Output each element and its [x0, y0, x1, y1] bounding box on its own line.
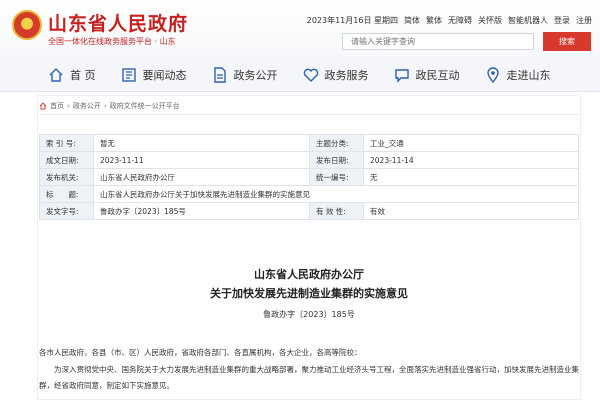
document-title-line1: 山东省人民政府办公厅 — [254, 268, 364, 281]
divider — [39, 114, 579, 115]
crumb-platform[interactable]: 政府文件统一公开平台 — [110, 101, 180, 111]
top-links: 2023年11月16日 星期四 简体 繁体 无障碍 关怀版 智能机器人 登录 注… — [307, 15, 592, 26]
nav-item-home[interactable]: 首 页 — [48, 67, 96, 83]
table-row: 发文字号: 鲁政办字〔2023〕185号 有 效 性: 有效 — [39, 202, 579, 220]
validity-status: 有效 — [363, 202, 579, 220]
meta-label: 有 效 性: — [309, 202, 364, 220]
site-header: 山东省人民政府 全国一体化在线政务服务平台 · 山东 2023年11月16日 星… — [0, 0, 600, 58]
home-small-icon — [39, 102, 47, 110]
salutation-text: 各市人民政府，各县（市、区）人民政府，省政府各部门、各直属机构，各大企业，各高等… — [39, 348, 362, 357]
meta-label: 统一编号: — [309, 168, 364, 186]
nav-label: 政务服务 — [324, 68, 369, 82]
nav-label: 首 页 — [70, 68, 96, 82]
table-row: 发布机关: 山东省人民政府办公厅 统一编号: 无 — [39, 168, 579, 186]
interaction-icon — [394, 67, 410, 83]
meta-value: 山东省人民政府办公厅 — [93, 168, 310, 186]
document-meta-table: 索 引 号: 暂无 主题分类: 工业_交通 成文日期: 2023-11-11 发… — [39, 134, 579, 220]
meta-label: 主题分类: — [309, 134, 364, 152]
nav-item-interaction[interactable]: 政民互动 — [394, 67, 460, 83]
table-row: 标 题: 山东省人民政府办公厅关于加快发展先进制造业集群的实施意见 — [39, 185, 579, 203]
paragraph-text: 为深入贯彻党中央、国务院关于大力发展先进制造业集群的重大战略部署，聚力推动工业经… — [39, 365, 579, 390]
national-emblem-icon — [12, 10, 42, 40]
nav-item-about[interactable]: 走进山东 — [485, 66, 551, 83]
heart-service-icon — [303, 67, 319, 83]
date-text: 2023年11月16日 星期四 — [306, 16, 398, 25]
document-title-line2: 关于加快发展先进制造业集群的实施意见 — [210, 287, 408, 300]
nav-label: 要闻动态 — [142, 68, 187, 82]
meta-label: 发文字号: — [39, 202, 94, 220]
document-number: 鲁政办字〔2023〕185号 — [263, 310, 355, 319]
link-care-mode[interactable]: 关怀版 — [478, 15, 502, 26]
site-title[interactable]: 山东省人民政府 — [48, 9, 188, 36]
meta-value: 暂无 — [93, 134, 310, 152]
nav-label: 政民互动 — [415, 68, 460, 82]
nav-label: 政务公开 — [233, 68, 278, 82]
search-button[interactable]: 搜索 — [543, 32, 591, 51]
meta-value: 鲁政办字〔2023〕185号 — [93, 202, 310, 220]
main-nav: 首 页 要闻动态 政务公开 政务服务 政民互动 走进山东 — [0, 58, 600, 92]
meta-label: 发布机关: — [39, 168, 94, 186]
meta-value: 2023-11-11 — [93, 151, 310, 169]
breadcrumb: 首页 › 政务公开 › 政府文件统一公开平台 — [39, 101, 180, 111]
meta-label: 索 引 号: — [39, 134, 94, 152]
crumb-gov-affairs[interactable]: 政务公开 — [73, 101, 101, 111]
home-icon — [48, 67, 64, 83]
link-login[interactable]: 登录 — [554, 15, 570, 26]
meta-value: 工业_交通 — [363, 134, 579, 152]
meta-value: 无 — [363, 168, 579, 186]
meta-value: 2023-11-14 — [363, 151, 579, 169]
table-row: 成文日期: 2023-11-11 发布日期: 2023-11-14 — [39, 151, 579, 169]
crumb-separator-icon: › — [67, 102, 70, 110]
link-traditional[interactable]: 繁体 — [426, 15, 442, 26]
site-subtitle: 全国一体化在线政务服务平台 · 山东 — [48, 37, 176, 46]
link-accessibility[interactable]: 无障碍 — [448, 15, 472, 26]
search-input[interactable] — [342, 33, 534, 50]
meta-label: 发布日期: — [309, 151, 364, 169]
crumb-separator-icon: › — [103, 102, 107, 110]
meta-label: 成文日期: — [39, 151, 94, 169]
crumb-home[interactable]: 首页 — [50, 101, 64, 111]
nav-item-news[interactable]: 要闻动态 — [121, 67, 187, 83]
table-row: 索 引 号: 暂无 主题分类: 工业_交通 — [39, 134, 579, 152]
meta-value: 山东省人民政府办公厅关于加快发展先进制造业集群的实施意见 — [93, 185, 579, 203]
nav-item-gov-affairs[interactable]: 政务公开 — [212, 66, 278, 83]
link-robot[interactable]: 智能机器人 — [508, 15, 548, 26]
meta-label: 标 题: — [39, 185, 94, 203]
news-icon — [121, 67, 137, 83]
location-icon — [485, 66, 501, 83]
document-icon — [212, 66, 228, 83]
link-simplified[interactable]: 简体 — [404, 15, 420, 26]
link-register[interactable]: 注册 — [576, 15, 592, 26]
nav-item-services[interactable]: 政务服务 — [303, 67, 369, 83]
nav-label: 走进山东 — [506, 68, 551, 82]
